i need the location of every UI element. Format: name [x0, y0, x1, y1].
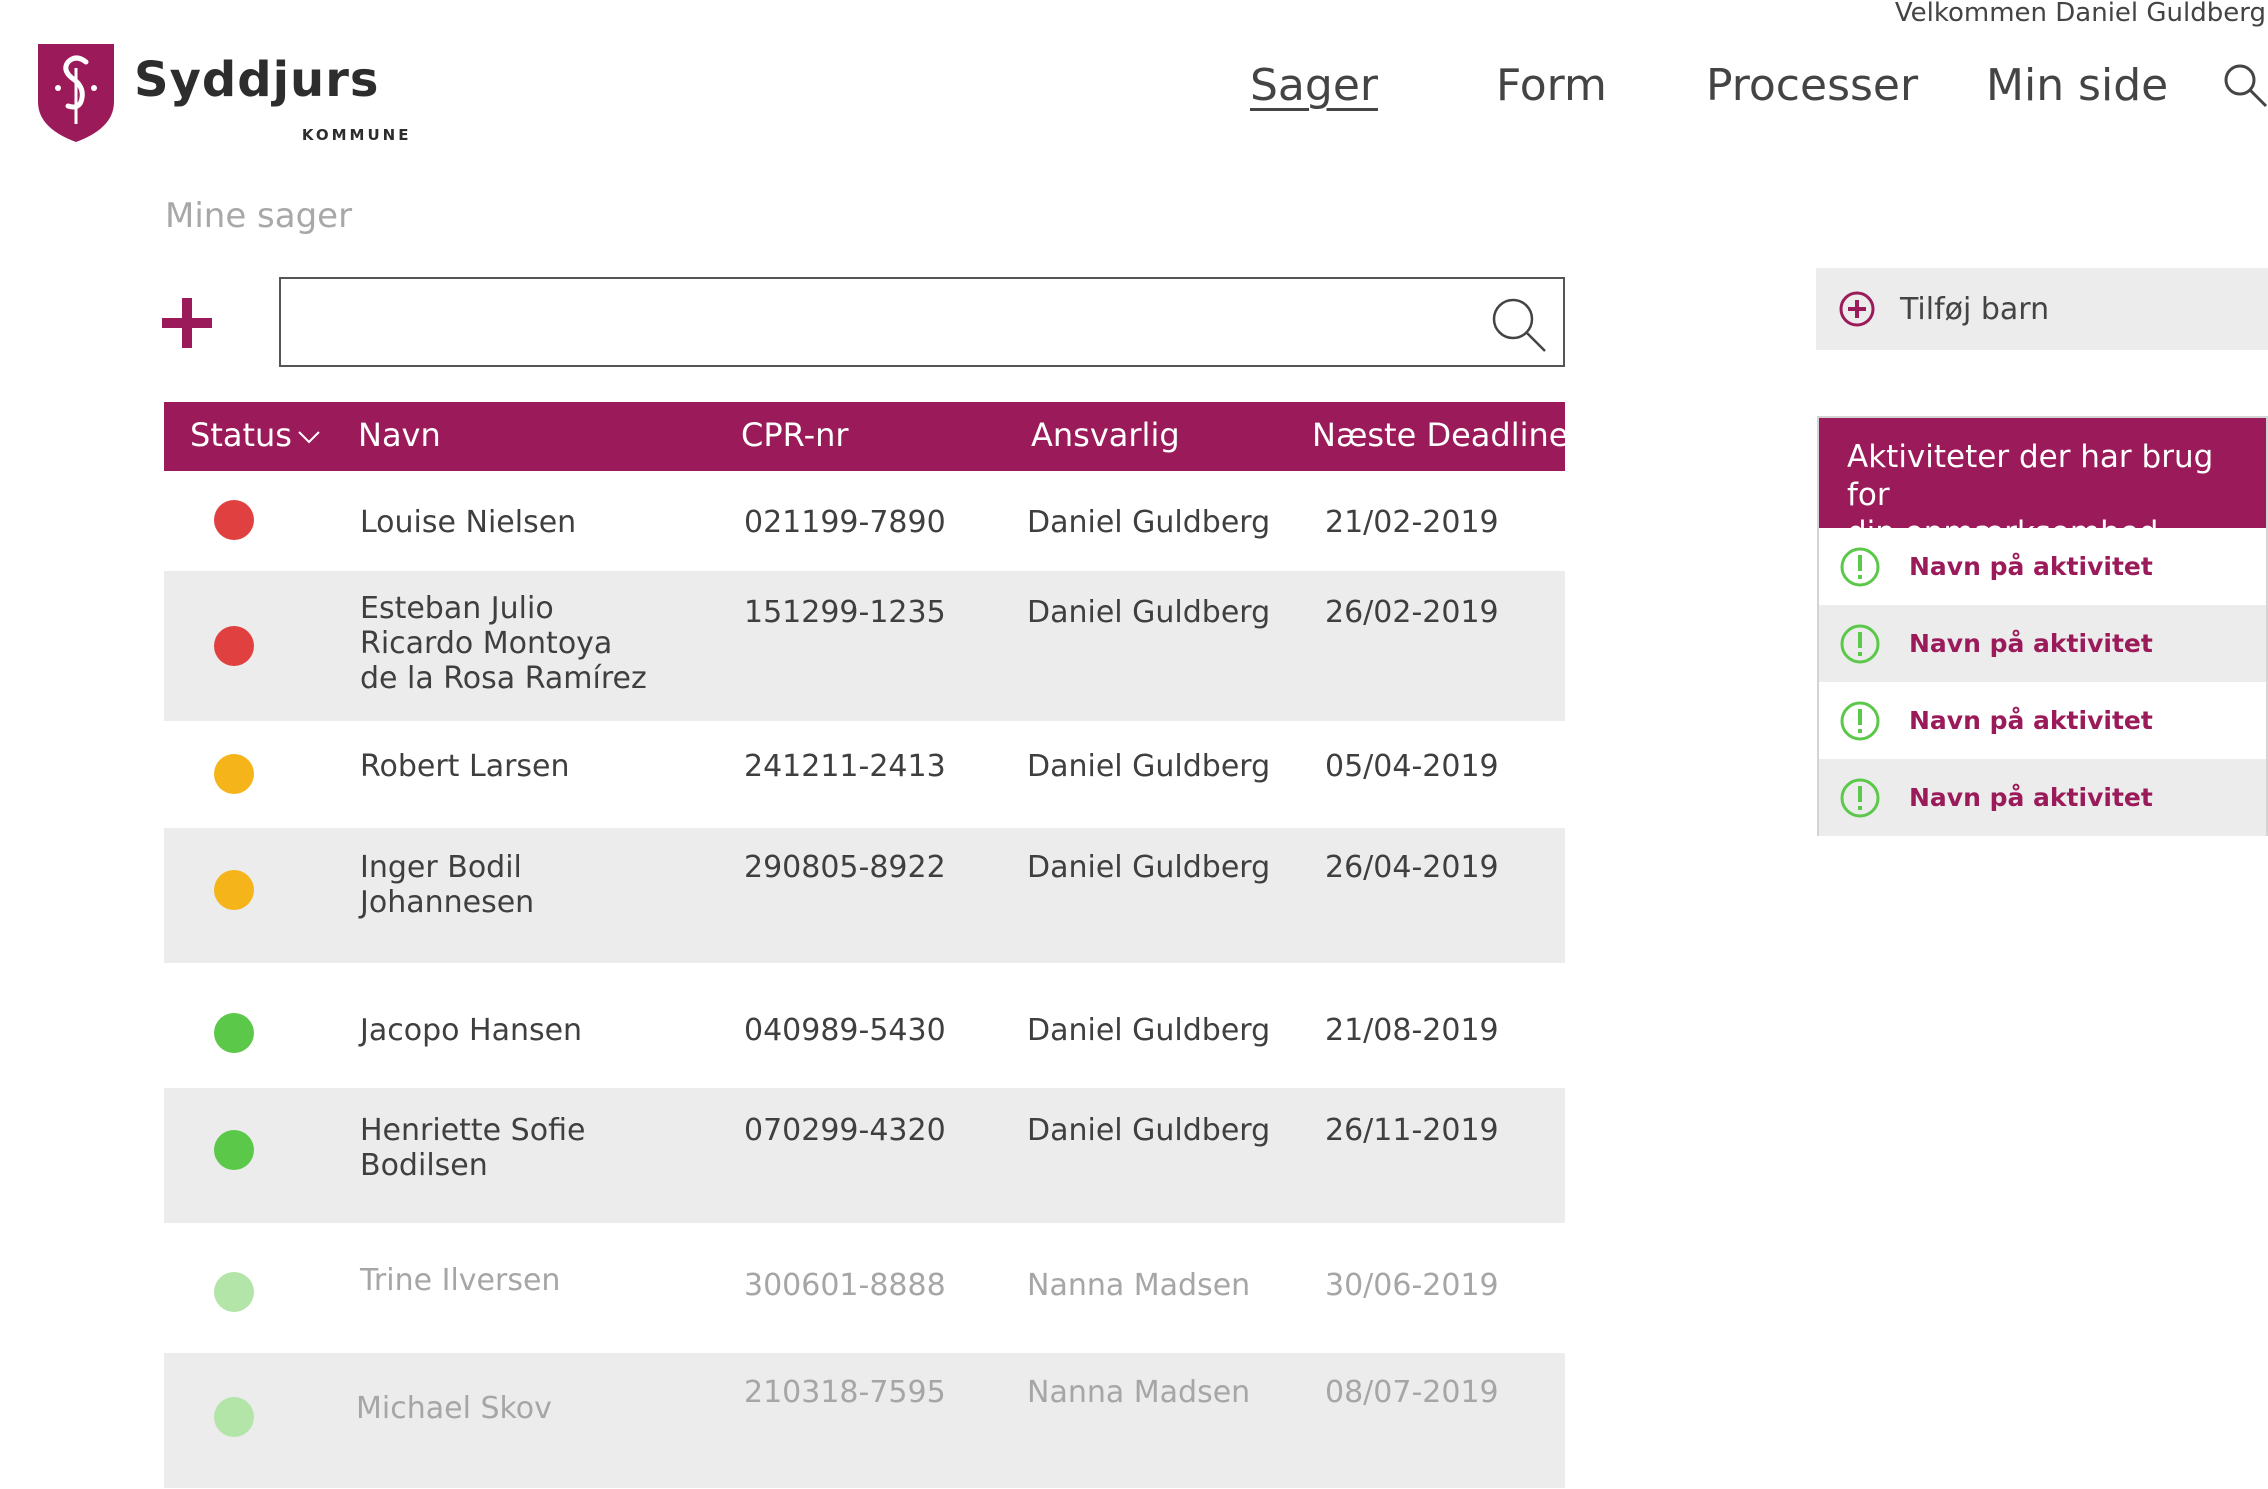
- activity-label: Navn på aktivitet: [1909, 552, 2153, 581]
- th-status-label: Status: [190, 416, 292, 454]
- table-row[interactable]: Jacopo Hansen 040989-5430 Daniel Guldber…: [164, 963, 1565, 1088]
- cell-responsible: Daniel Guldberg: [1027, 850, 1271, 885]
- cell-deadline: 08/07-2019: [1325, 1375, 1499, 1410]
- cell-deadline: 26/04-2019: [1325, 850, 1499, 885]
- cell-responsible: Daniel Guldberg: [1027, 1013, 1271, 1048]
- cell-cpr: 040989-5430: [744, 1013, 946, 1048]
- page: Velkommen Daniel Guldberg Syddjurs KOMMU…: [0, 0, 2268, 1489]
- exclamation-circle-icon: [1840, 624, 1880, 663]
- plus-icon[interactable]: [162, 298, 212, 348]
- cell-name: Inger Bodil Johannesen: [360, 850, 535, 920]
- cases-table: Status Navn CPR-nr Ansvarlig Næste Deadl…: [164, 402, 1568, 1488]
- table-header: Status Navn CPR-nr Ansvarlig Næste Deadl…: [164, 402, 1568, 471]
- cell-cpr: 070299-4320: [744, 1113, 946, 1148]
- cell-deadline: 26/11-2019: [1325, 1113, 1499, 1148]
- activity-item[interactable]: Navn på aktivitet: [1819, 605, 2266, 682]
- cell-responsible: Daniel Guldberg: [1027, 749, 1271, 784]
- cell-name: Henriette Sofie Bodilsen: [360, 1113, 586, 1183]
- status-dot: [214, 626, 254, 666]
- table-row[interactable]: Robert Larsen 241211-2413 Daniel Guldber…: [164, 721, 1565, 828]
- cell-name: Michael Skov: [356, 1391, 552, 1426]
- plus-circle-icon: [1839, 291, 1875, 327]
- logo[interactable]: Syddjurs KOMMUNE: [34, 40, 408, 144]
- logo-name: Syddjurs: [134, 52, 380, 108]
- status-dot: [214, 1272, 254, 1312]
- cell-responsible: Nanna Madsen: [1027, 1268, 1251, 1303]
- shield-logo-icon: [38, 44, 114, 142]
- page-title: Mine sager: [165, 196, 353, 236]
- th-ansvarlig[interactable]: Ansvarlig: [1031, 416, 1180, 454]
- cell-cpr: 151299-1235: [744, 595, 946, 630]
- nav-form[interactable]: Form: [1496, 60, 1607, 111]
- cell-name: Robert Larsen: [360, 749, 570, 784]
- nav-sager[interactable]: Sager: [1250, 60, 1378, 111]
- activity-item[interactable]: Navn på aktivitet: [1819, 759, 2266, 836]
- search-input[interactable]: [301, 279, 1481, 363]
- activity-label: Navn på aktivitet: [1909, 629, 2153, 658]
- cell-name: Jacopo Hansen: [360, 1013, 583, 1048]
- cell-cpr: 290805-8922: [744, 850, 946, 885]
- status-dot: [214, 1397, 254, 1437]
- activity-label: Navn på aktivitet: [1909, 706, 2153, 735]
- activity-label: Navn på aktivitet: [1909, 783, 2153, 812]
- cell-cpr: 021199-7890: [744, 505, 946, 540]
- activities-title: Aktiviteter der har brug for din opmærks…: [1819, 418, 2266, 551]
- cell-responsible: Nanna Madsen: [1027, 1375, 1251, 1410]
- cell-responsible: Daniel Guldberg: [1027, 505, 1271, 540]
- activity-item[interactable]: Navn på aktivitet: [1819, 682, 2266, 759]
- table-row[interactable]: Inger Bodil Johannesen 290805-8922 Danie…: [164, 828, 1565, 963]
- cell-cpr: 300601-8888: [744, 1268, 946, 1303]
- nav-min-side[interactable]: Min side: [1986, 60, 2168, 111]
- status-dot: [214, 754, 254, 794]
- cell-name: Esteban Julio Ricardo Montoya de la Rosa…: [360, 591, 647, 696]
- welcome-text: Velkommen Daniel Guldberg: [1894, 0, 2266, 28]
- status-dot: [214, 1013, 254, 1053]
- table-row[interactable]: Henriette Sofie Bodilsen 070299-4320 Dan…: [164, 1088, 1565, 1223]
- add-child-label: Tilføj barn: [1900, 291, 2050, 327]
- cell-cpr: 210318-7595: [744, 1375, 946, 1410]
- exclamation-circle-icon: [1840, 547, 1880, 586]
- add-child-button[interactable]: Tilføj barn: [1816, 268, 2268, 350]
- search-icon[interactable]: [2222, 62, 2268, 108]
- cell-responsible: Daniel Guldberg: [1027, 595, 1271, 630]
- nav-processer[interactable]: Processer: [1706, 60, 1918, 111]
- table-row[interactable]: Trine Ilversen 300601-8888 Nanna Madsen …: [164, 1223, 1565, 1353]
- cell-deadline: 21/02-2019: [1325, 505, 1499, 540]
- exclamation-circle-icon: [1840, 778, 1880, 817]
- table-row[interactable]: Michael Skov 210318-7595 Nanna Madsen 08…: [164, 1353, 1565, 1488]
- th-cpr[interactable]: CPR-nr: [741, 416, 849, 454]
- logo-sub: KOMMUNE: [301, 126, 412, 144]
- cell-cpr: 241211-2413: [744, 749, 946, 784]
- chevron-down-icon: [298, 431, 320, 444]
- cell-deadline: 30/06-2019: [1325, 1268, 1499, 1303]
- th-status[interactable]: Status: [190, 416, 320, 454]
- activities-panel: Aktiviteter der har brug for din opmærks…: [1817, 416, 2268, 836]
- table-row[interactable]: Esteban Julio Ricardo Montoya de la Rosa…: [164, 571, 1565, 721]
- table-row[interactable]: Louise Nielsen 021199-7890 Daniel Guldbe…: [164, 471, 1565, 571]
- cell-name: Trine Ilversen: [360, 1263, 561, 1298]
- search-icon[interactable]: [1489, 295, 1547, 353]
- th-deadline[interactable]: Næste Deadline: [1312, 416, 1568, 454]
- cell-responsible: Daniel Guldberg: [1027, 1113, 1271, 1148]
- cell-name: Louise Nielsen: [360, 505, 577, 540]
- status-dot: [214, 500, 254, 540]
- th-navn[interactable]: Navn: [358, 416, 441, 454]
- search-field[interactable]: [279, 277, 1565, 367]
- status-dot: [214, 870, 254, 910]
- status-dot: [214, 1130, 254, 1170]
- exclamation-circle-icon: [1840, 701, 1880, 740]
- cell-deadline: 26/02-2019: [1325, 595, 1499, 630]
- cell-deadline: 05/04-2019: [1325, 749, 1499, 784]
- cell-deadline: 21/08-2019: [1325, 1013, 1499, 1048]
